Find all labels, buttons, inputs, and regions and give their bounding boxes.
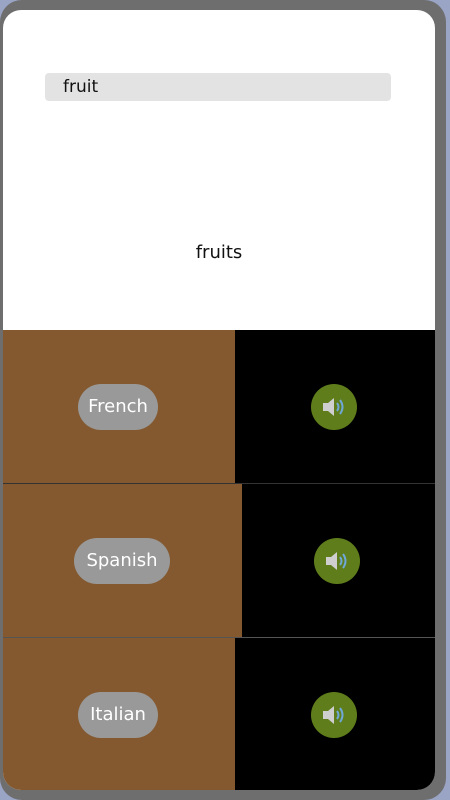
speaker-icon bbox=[326, 552, 347, 570]
search-input[interactable]: fruit bbox=[45, 73, 391, 101]
language-row-french: French bbox=[3, 330, 435, 483]
speaker-icon bbox=[323, 706, 344, 724]
device-frame: fruit fruits French Spanish Italian bbox=[0, 0, 446, 800]
play-italian-button[interactable] bbox=[311, 692, 357, 738]
play-spanish-button[interactable] bbox=[314, 538, 360, 584]
app-screen: fruit fruits French Spanish Italian bbox=[3, 10, 435, 790]
speaker-icon bbox=[323, 398, 344, 416]
language-panel: Spanish bbox=[3, 484, 242, 637]
translation-result: fruits bbox=[195, 242, 243, 263]
play-french-button[interactable] bbox=[311, 384, 357, 430]
french-button[interactable]: French bbox=[78, 384, 158, 430]
language-row-italian: Italian bbox=[3, 638, 435, 790]
language-panel: Italian bbox=[3, 638, 235, 790]
italian-button[interactable]: Italian bbox=[78, 692, 158, 738]
audio-panel bbox=[242, 484, 435, 637]
audio-panel bbox=[235, 330, 435, 483]
audio-panel bbox=[235, 638, 435, 790]
language-row-spanish: Spanish bbox=[3, 484, 435, 637]
spanish-button[interactable]: Spanish bbox=[74, 538, 170, 584]
language-panel: French bbox=[3, 330, 235, 483]
